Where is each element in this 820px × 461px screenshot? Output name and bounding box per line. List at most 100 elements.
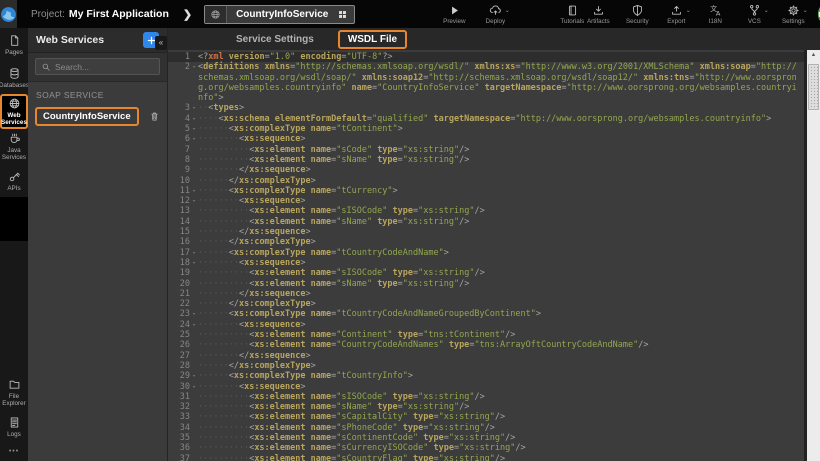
i18n-label: I18N [709, 18, 722, 25]
vcs-button[interactable]: ⌄ VCS [741, 3, 767, 25]
line-number: 3 [168, 103, 190, 113]
scroll-thumb[interactable] [808, 64, 819, 110]
line-number: 21 [168, 289, 190, 299]
sidebar-item-apis[interactable]: APIs [0, 164, 28, 197]
code-line: 18 - ········<xs:sequence> [168, 258, 804, 268]
line-number: 5 [168, 124, 190, 134]
sidebar-overflow-button[interactable]: ••• [0, 443, 28, 461]
caret-down-icon: ⌄ [686, 7, 691, 14]
editor-scrollbar[interactable]: ▲ [804, 50, 820, 461]
code-line: 27 ········</xs:sequence> [168, 351, 804, 361]
app-logo[interactable] [0, 0, 17, 28]
code-line: 32 ··········<xs:element name="sName" ty… [168, 402, 804, 412]
settings-button[interactable]: ⌄ Settings [780, 3, 806, 25]
project-name: My First Application [69, 8, 169, 20]
code-line: 17 - ······<xs:complexType name="tCountr… [168, 248, 804, 258]
line-number: 4 [168, 114, 190, 124]
line-number: 19 [168, 268, 190, 278]
sidebar-item-databases[interactable]: Databases [0, 61, 28, 94]
grid-icon[interactable] [337, 9, 354, 20]
fold-marker[interactable]: - [190, 196, 198, 206]
trash-icon[interactable] [149, 111, 160, 122]
code-line: 1 <?xml version="1.0" encoding="UTF-8"?> [168, 52, 804, 62]
sidebar-item-logs[interactable]: Logs [0, 410, 28, 443]
fold-marker[interactable]: - [190, 309, 198, 319]
topbar: Project: My First Application ❯ CountryI… [0, 0, 820, 28]
fold-marker[interactable]: - [190, 62, 198, 72]
code-line: 3 - ··<types> [168, 103, 804, 113]
code-line: 19 ··········<xs:element name="sISOCode"… [168, 268, 804, 278]
fold-marker[interactable]: - [190, 382, 198, 392]
fold-marker[interactable]: - [190, 134, 198, 144]
sidebar-item-pages[interactable]: Pages [0, 28, 28, 61]
code-line: 12 - ········<xs:sequence> [168, 196, 804, 206]
code-line: 26 ··········<xs:element name="CountryCo… [168, 340, 804, 350]
fold-marker[interactable]: - [190, 248, 198, 258]
scroll-up-arrow[interactable]: ▲ [807, 50, 820, 61]
code-line: 20 ··········<xs:element name="sName" ty… [168, 279, 804, 289]
search-row [28, 53, 167, 82]
fold-marker[interactable]: - [190, 186, 198, 196]
i18n-translate-icon: 文A [709, 4, 722, 17]
fold-marker[interactable]: - [190, 114, 198, 124]
preview-button[interactable]: Preview [441, 3, 467, 25]
fold-marker[interactable]: - [190, 103, 198, 113]
line-number: 12 [168, 196, 190, 206]
api-key-icon [8, 170, 21, 183]
tutorials-label: Tutorials [560, 18, 584, 25]
collapse-panel-button[interactable]: « [155, 36, 167, 50]
line-number: 27 [168, 351, 190, 361]
tab-service-settings[interactable]: Service Settings [228, 32, 322, 47]
line-number: 13 [168, 206, 190, 216]
vcs-label: VCS [748, 18, 761, 25]
tutorials-button[interactable]: Tutorials [559, 3, 585, 25]
code-line: 11 - ······<xs:complexType name="tCurren… [168, 186, 804, 196]
settings-label: Settings [782, 18, 805, 25]
artifacts-download-icon [592, 4, 605, 17]
deploy-button[interactable]: ⌄ Deploy [482, 3, 508, 25]
project-label: Project: [31, 9, 65, 20]
caret-down-icon: ⌄ [505, 7, 510, 14]
line-number: 28 [168, 361, 190, 371]
fold-marker[interactable]: - [190, 258, 198, 268]
coffee-icon [8, 132, 21, 145]
line-number: 20 [168, 279, 190, 289]
sidebar-item-web-services[interactable]: Web Services [0, 94, 28, 129]
artifacts-button[interactable]: Artifacts [585, 3, 611, 25]
panel-header: Web Services [28, 28, 167, 53]
sidebar-item-label: Web Services [0, 112, 28, 126]
search-box[interactable] [35, 58, 160, 75]
service-tab[interactable]: CountryInfoService [204, 5, 355, 24]
line-number: 18 [168, 258, 190, 268]
search-input[interactable] [55, 62, 154, 72]
line-number: 22 [168, 299, 190, 309]
fold-marker[interactable]: - [190, 124, 198, 134]
line-number: 30 [168, 382, 190, 392]
caret-down-icon: ⌄ [803, 7, 808, 14]
tabs-bar: Service Settings WSDL File [168, 28, 820, 50]
code-line: 37 ··········<xs:element name="sCountryF… [168, 454, 804, 461]
fold-marker[interactable]: - [190, 320, 198, 330]
tab-wsdl-file[interactable]: WSDL File [338, 30, 407, 49]
code-line: 34 ··········<xs:element name="sPhoneCod… [168, 423, 804, 433]
code-line: 31 ··········<xs:element name="sISOCode"… [168, 392, 804, 402]
section-label-soap-service: SOAP SERVICE [28, 82, 167, 105]
service-item-label: CountryInfoService [35, 107, 139, 126]
service-list-item[interactable]: CountryInfoService [28, 105, 167, 128]
export-button[interactable]: ⌄ Export [663, 3, 689, 25]
sidebar: Pages Databases Web Services Java Servic… [0, 28, 28, 461]
i18n-button[interactable]: 文A I18N [702, 3, 728, 25]
security-button[interactable]: Security [624, 3, 650, 25]
sidebar-item-label: APIs [7, 185, 20, 192]
code-line: 28 ······</xs:complexType> [168, 361, 804, 371]
service-list: CountryInfoService [28, 105, 167, 128]
artifacts-label: Artifacts [587, 18, 610, 25]
panel-title: Web Services [36, 34, 104, 46]
code-area[interactable]: 1 <?xml version="1.0" encoding="UTF-8"?>… [168, 50, 804, 461]
pages-icon [8, 34, 21, 47]
sidebar-item-java-services[interactable]: Java Services [0, 129, 28, 164]
sidebar-item-file-explorer[interactable]: File Explorer [0, 375, 28, 410]
fold-marker[interactable]: - [190, 371, 198, 381]
service-tab-label: CountryInfoService [227, 9, 337, 20]
line-number: 8 [168, 155, 190, 165]
